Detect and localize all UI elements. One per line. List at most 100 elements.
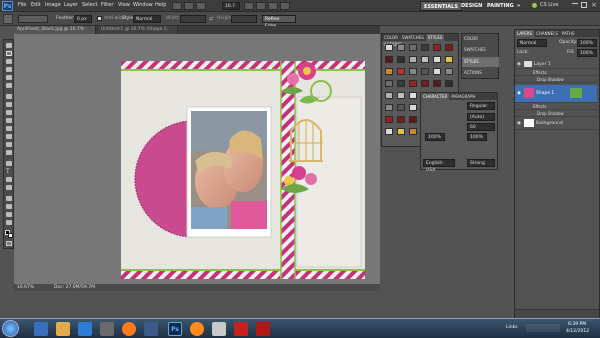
horizontal-scale-input[interactable]: 100%: [467, 133, 487, 141]
feather-input[interactable]: 0 px: [74, 15, 92, 23]
tab-aprilfresh[interactable]: AprilFresh_Stack.jpg @ 16.7% (Shape 1, R…: [14, 26, 96, 40]
eraser-tool-icon[interactable]: [6, 126, 12, 131]
style-swatch[interactable]: [421, 56, 429, 63]
style-swatch[interactable]: [433, 80, 441, 87]
style-swatch[interactable]: [397, 44, 405, 51]
style-swatch[interactable]: [397, 68, 405, 75]
style-swatch[interactable]: [397, 80, 405, 87]
height-input[interactable]: [231, 15, 257, 23]
links-toolbar[interactable]: Links: [506, 325, 518, 330]
tab-color[interactable]: COLOR: [382, 34, 400, 41]
clock-date[interactable]: 4/12/2012: [566, 329, 589, 334]
internet-explorer-icon[interactable]: [78, 322, 92, 336]
tab-character[interactable]: CHARACTER: [421, 93, 450, 100]
menu-view[interactable]: View: [118, 2, 130, 8]
history-brush-tool-icon[interactable]: [6, 118, 12, 123]
background-color-icon[interactable]: [8, 233, 13, 238]
style-swatch[interactable]: [409, 80, 417, 87]
style-swatch[interactable]: [397, 56, 405, 63]
style-swatch[interactable]: [445, 80, 453, 87]
dodge-tool-icon[interactable]: [6, 150, 12, 155]
lasso-tool-icon[interactable]: [6, 59, 12, 64]
color-panel-button[interactable]: COLOR: [464, 36, 478, 41]
quick-select-tool-icon[interactable]: [6, 67, 12, 72]
scrapbook-page[interactable]: [121, 61, 365, 279]
hand-tool-icon[interactable]: [6, 212, 12, 217]
eyedropper-tool-icon[interactable]: [6, 83, 12, 88]
fill-input[interactable]: 100%: [577, 49, 597, 57]
style-swatch[interactable]: [397, 104, 405, 111]
font-style-select[interactable]: Regular: [467, 102, 495, 110]
style-swatch[interactable]: [409, 104, 417, 111]
style-swatch[interactable]: [409, 68, 417, 75]
shape-tool-icon[interactable]: [6, 185, 12, 190]
visibility-eye-icon[interactable]: ◉: [517, 118, 523, 130]
style-swatch[interactable]: [385, 104, 393, 111]
style-swatch[interactable]: [397, 128, 405, 135]
cslive-link[interactable]: CS Live: [540, 2, 558, 8]
leading-select[interactable]: (Auto): [467, 113, 495, 121]
visibility-eye-icon[interactable]: ◉: [517, 85, 523, 103]
healing-brush-tool-icon[interactable]: [6, 94, 12, 99]
pen-tool-icon[interactable]: [6, 161, 12, 166]
3d-rotate-tool-icon[interactable]: [6, 196, 12, 201]
tab-styles[interactable]: STYLES: [425, 34, 445, 41]
clone-stamp-tool-icon[interactable]: [6, 110, 12, 115]
layer1-drop-shadow[interactable]: Drop Shadow: [515, 76, 597, 83]
acrobat-reader-icon[interactable]: [256, 322, 270, 336]
actions-panel-button[interactable]: ACTIONS: [464, 70, 482, 75]
style-swatch[interactable]: [385, 44, 393, 51]
photoshop-taskbar-icon[interactable]: Ps: [168, 322, 182, 336]
style-swatch[interactable]: [409, 56, 417, 63]
workspace-essentials[interactable]: ESSENTIALS: [420, 1, 462, 11]
visibility-eye-icon[interactable]: ◉: [517, 60, 523, 69]
layer1-effects[interactable]: Effects: [515, 69, 597, 76]
style-swatch[interactable]: [445, 44, 453, 51]
opacity-input[interactable]: 100%: [577, 39, 597, 47]
media-icon[interactable]: [100, 322, 114, 336]
tab-swatches[interactable]: SWATCHES: [400, 34, 426, 41]
blur-tool-icon[interactable]: [6, 142, 12, 147]
clock-time[interactable]: 6:39 PM: [568, 322, 586, 327]
selection-mode-icons[interactable]: [18, 15, 48, 23]
shape1-effects[interactable]: Effects: [515, 103, 597, 110]
tab-paths[interactable]: PATHS: [560, 30, 577, 37]
menu-select[interactable]: Select: [82, 2, 97, 8]
style-swatch[interactable]: [397, 92, 405, 99]
vertical-scale-input[interactable]: 100%: [425, 133, 445, 141]
style-swatch[interactable]: [433, 44, 441, 51]
style-swatch[interactable]: [385, 56, 393, 63]
layer-row-background[interactable]: ◉ Background: [515, 118, 597, 130]
start-button[interactable]: [2, 320, 19, 337]
menu-filter[interactable]: Filter: [101, 2, 113, 8]
firefox-icon[interactable]: [122, 322, 136, 336]
tab-layers[interactable]: LAYERS: [515, 30, 535, 37]
maximize-icon[interactable]: [581, 2, 587, 8]
folder-icon[interactable]: [56, 322, 70, 336]
style-swatch[interactable]: [385, 68, 393, 75]
swap-arrows-icon[interactable]: ⇄: [209, 16, 213, 22]
refine-edge-button[interactable]: Refine Edge...: [262, 15, 296, 29]
text-antialias-select[interactable]: Strong: [467, 159, 495, 167]
screen-mode-icon[interactable]: [280, 2, 290, 10]
marquee-tool-icon[interactable]: [6, 51, 12, 56]
path-selection-tool-icon[interactable]: [6, 177, 12, 182]
marquee-preset-icon[interactable]: [3, 14, 13, 24]
brush-tool-icon[interactable]: [6, 102, 12, 107]
style-swatch[interactable]: [385, 92, 393, 99]
style-swatch[interactable]: [433, 56, 441, 63]
style-swatch[interactable]: [409, 44, 417, 51]
system-tray-icons[interactable]: [526, 324, 560, 332]
swatches-panel-button[interactable]: SWATCHES: [464, 47, 486, 52]
tab-channels[interactable]: CHANNELS: [534, 30, 560, 37]
gradient-tool-icon[interactable]: [6, 134, 12, 139]
style-swatch[interactable]: [421, 68, 429, 75]
bridge-icon[interactable]: [172, 2, 182, 10]
close-icon[interactable]: ×: [591, 1, 597, 9]
rotate-view-icon[interactable]: [256, 2, 266, 10]
language-select[interactable]: English: USA: [423, 159, 455, 173]
acrobat-icon[interactable]: [234, 322, 248, 336]
menu-window[interactable]: Window: [133, 2, 153, 8]
layers-footer-buttons[interactable]: [515, 309, 599, 318]
style-swatch[interactable]: [421, 44, 429, 51]
